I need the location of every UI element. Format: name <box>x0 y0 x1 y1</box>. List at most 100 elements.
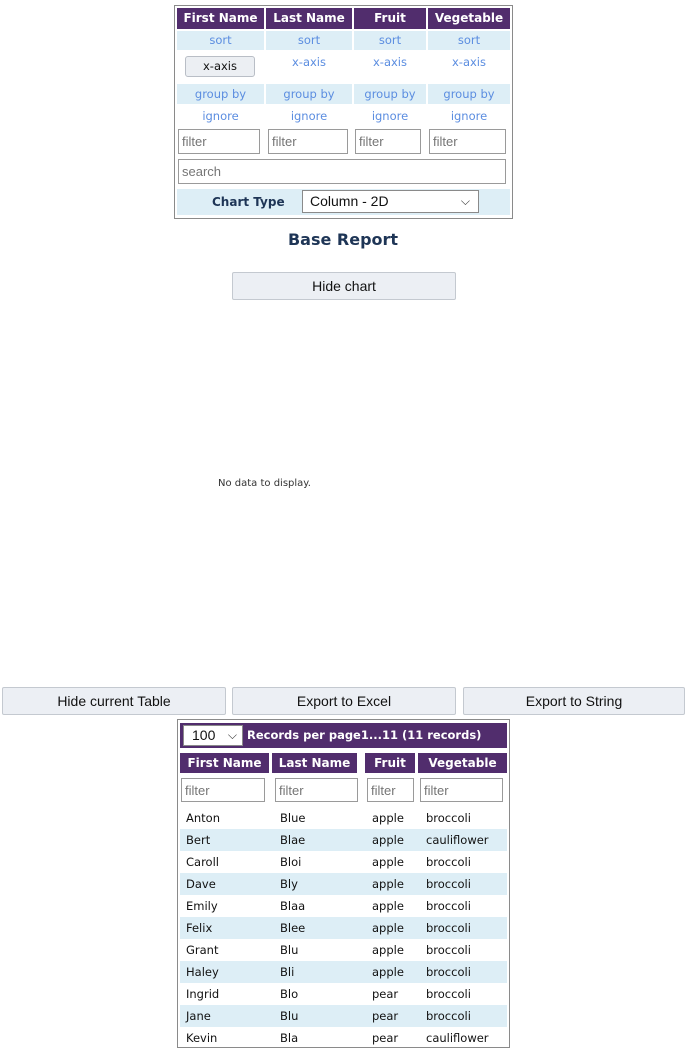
cell-first-name: Ingrid <box>186 987 220 1001</box>
ignore-last-name-link[interactable]: ignore <box>266 106 352 126</box>
page-size-select[interactable]: 100 ⌵ <box>183 725 243 746</box>
cell-vegetable: broccoli <box>426 987 471 1001</box>
cell-first-name: Kevin <box>186 1031 218 1045</box>
sort-first-name-link[interactable]: sort <box>177 31 264 50</box>
table-row: Jane Blu pear broccoli <box>180 1005 507 1027</box>
sort-fruit-link[interactable]: sort <box>354 31 426 50</box>
cell-first-name: Emily <box>186 899 218 913</box>
table-row: Emily Blaa apple broccoli <box>180 895 507 917</box>
table-row: Caroll Bloi apple broccoli <box>180 851 507 873</box>
cell-fruit: apple <box>372 877 404 891</box>
cell-last-name: Bloi <box>280 855 302 869</box>
groupby-first-name-link[interactable]: group by <box>177 84 264 104</box>
ignore-vegetable-link[interactable]: ignore <box>428 106 510 126</box>
pager-text: Records per page1...11 (11 records) <box>247 728 482 742</box>
table-filter-fruit-input[interactable] <box>367 778 414 802</box>
cell-fruit: apple <box>372 855 404 869</box>
table-row: Grant Blu apple broccoli <box>180 939 507 961</box>
report-title: Base Report <box>287 230 399 249</box>
table-row: Anton Blue apple broccoli <box>180 807 507 829</box>
cell-fruit: apple <box>372 965 404 979</box>
table-row: Bert Blae apple cauliflower <box>180 829 507 851</box>
cell-last-name: Blue <box>280 811 306 825</box>
export-string-button[interactable]: Export to String <box>463 687 685 715</box>
xaxis-fruit-link[interactable]: x-axis <box>354 52 426 83</box>
cell-first-name: Grant <box>186 943 219 957</box>
hide-chart-button[interactable]: Hide chart <box>232 272 456 300</box>
cell-vegetable: broccoli <box>426 877 471 891</box>
table-filter-vegetable-input[interactable] <box>420 778 503 802</box>
cell-vegetable: broccoli <box>426 943 471 957</box>
cell-last-name: Blu <box>280 1009 299 1023</box>
chart-type-label: Chart Type <box>212 195 285 209</box>
cell-fruit: apple <box>372 899 404 913</box>
cell-first-name: Haley <box>186 965 219 979</box>
report-controls-table: First Name Last Name Fruit Vegetable sor… <box>174 5 513 219</box>
groupby-fruit-link[interactable]: group by <box>354 84 426 104</box>
cell-first-name: Bert <box>186 833 211 847</box>
cell-last-name: Bla <box>280 1031 299 1045</box>
cell-first-name: Jane <box>186 1009 211 1023</box>
cell-last-name: Blae <box>280 833 306 847</box>
filter-vegetable-input[interactable] <box>429 129 506 154</box>
groupby-vegetable-link[interactable]: group by <box>428 84 510 104</box>
cell-first-name: Anton <box>186 811 220 825</box>
cell-fruit: apple <box>372 833 404 847</box>
xaxis-first-name-cell: x-axis <box>177 52 264 83</box>
cell-last-name: Blee <box>280 921 306 935</box>
sort-vegetable-link[interactable]: sort <box>428 31 510 50</box>
cell-fruit: apple <box>372 943 404 957</box>
filter-first-name-input[interactable] <box>178 129 260 154</box>
cell-vegetable: broccoli <box>426 1009 471 1023</box>
chevron-down-icon: ⌵ <box>460 194 470 208</box>
sort-last-name-link[interactable]: sort <box>266 31 352 50</box>
chevron-down-icon: ⌵ <box>227 728 237 742</box>
table-filter-last-name-input[interactable] <box>275 778 358 802</box>
col-header-fruit: Fruit <box>354 8 426 29</box>
col-header-vegetable: Vegetable <box>418 753 507 773</box>
cell-fruit: apple <box>372 921 404 935</box>
table-row: Dave Bly apple broccoli <box>180 873 507 895</box>
col-header-vegetable: Vegetable <box>428 8 510 29</box>
cell-vegetable: broccoli <box>426 921 471 935</box>
filter-last-name-input[interactable] <box>268 129 348 154</box>
chart-type-select[interactable]: Column - 2D ⌵ <box>302 190 479 213</box>
ignore-fruit-link[interactable]: ignore <box>354 106 426 126</box>
cell-first-name: Dave <box>186 877 216 891</box>
page-size-value: 100 <box>192 727 216 743</box>
ignore-first-name-link[interactable]: ignore <box>177 106 264 126</box>
filter-fruit-input[interactable] <box>355 129 421 154</box>
data-table: 100 ⌵ Records per page1...11 (11 records… <box>177 719 510 1048</box>
table-row: Kevin Bla pear cauliflower <box>180 1027 507 1049</box>
col-header-last-name: Last Name <box>272 753 357 773</box>
xaxis-last-name-link[interactable]: x-axis <box>266 52 352 83</box>
cell-first-name: Felix <box>186 921 213 935</box>
col-header-fruit: Fruit <box>365 753 415 773</box>
cell-first-name: Caroll <box>186 855 219 869</box>
cell-last-name: Blu <box>280 943 299 957</box>
export-excel-button[interactable]: Export to Excel <box>232 687 456 715</box>
cell-fruit: pear <box>372 1031 399 1045</box>
cell-fruit: apple <box>372 811 404 825</box>
xaxis-first-name-button[interactable]: x-axis <box>185 56 255 77</box>
chart-type-value: Column - 2D <box>310 193 389 209</box>
cell-last-name: Bli <box>280 965 295 979</box>
cell-vegetable: broccoli <box>426 899 471 913</box>
cell-last-name: Bly <box>280 877 298 891</box>
cell-vegetable: cauliflower <box>426 1031 489 1045</box>
cell-last-name: Blo <box>280 987 299 1001</box>
col-header-last-name: Last Name <box>266 8 352 29</box>
cell-vegetable: broccoli <box>426 811 471 825</box>
xaxis-vegetable-link[interactable]: x-axis <box>428 52 510 83</box>
table-row: Haley Bli apple broccoli <box>180 961 507 983</box>
col-header-first-name: First Name <box>180 753 269 773</box>
search-input[interactable] <box>178 159 506 184</box>
table-row: Felix Blee apple broccoli <box>180 917 507 939</box>
table-filter-first-name-input[interactable] <box>181 778 265 802</box>
hide-table-button[interactable]: Hide current Table <box>2 687 226 715</box>
cell-vegetable: cauliflower <box>426 833 489 847</box>
groupby-last-name-link[interactable]: group by <box>266 84 352 104</box>
no-data-message: No data to display. <box>218 478 311 489</box>
col-header-first-name: First Name <box>177 8 264 29</box>
cell-vegetable: broccoli <box>426 855 471 869</box>
